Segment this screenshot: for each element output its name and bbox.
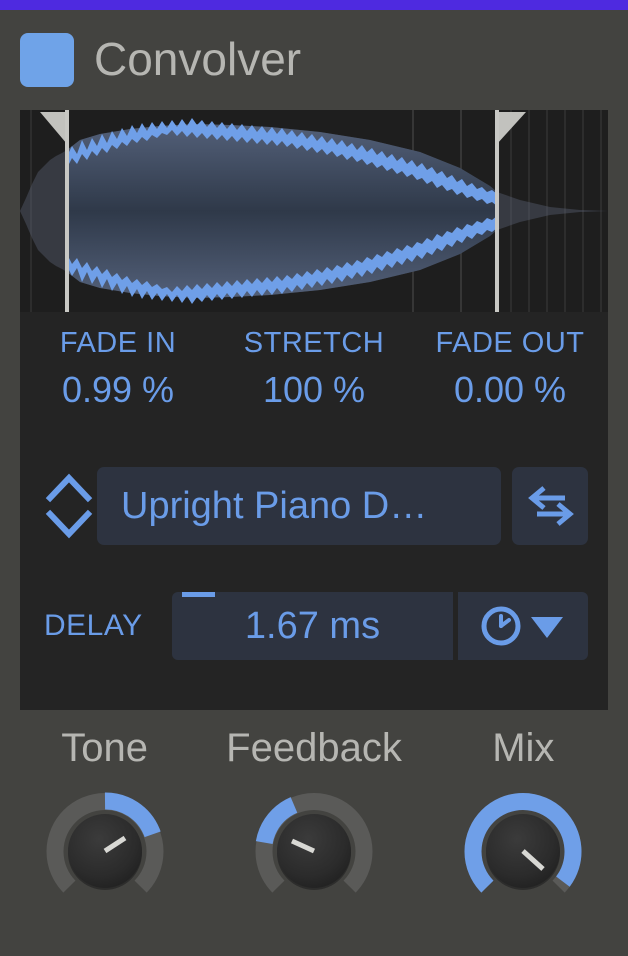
accent-bar	[0, 0, 628, 10]
readout-row: FADE IN 0.99 % STRETCH 100 % FADE OUT 0.…	[20, 322, 608, 442]
delay-sync-mode-button[interactable]	[458, 592, 588, 660]
preset-row: Upright Piano D…	[20, 465, 608, 547]
delay-value-text: 1.67 ms	[244, 605, 381, 647]
preset-name-value: Upright Piano D…	[121, 485, 428, 527]
swap-arrows-icon	[528, 486, 574, 526]
readout-fade-out[interactable]: FADE OUT 0.00 %	[412, 322, 608, 442]
start-marker-line	[65, 110, 69, 312]
readout-stretch-label: STRETCH	[243, 327, 385, 359]
tone-knob-dial[interactable]	[45, 791, 165, 911]
plugin-header: Convolver	[0, 10, 628, 100]
delay-row: DELAY 1.67 ms	[20, 585, 608, 667]
delay-label: DELAY	[44, 609, 143, 642]
impulse-response-waveform[interactable]	[20, 110, 608, 312]
readout-fade-in-value: 0.99 %	[61, 369, 175, 410]
readout-stretch-value: 100 %	[262, 369, 366, 410]
main-panel: FADE IN 0.99 % STRETCH 100 % FADE OUT 0.…	[20, 110, 608, 710]
readout-fade-in[interactable]: FADE IN 0.99 %	[20, 322, 216, 442]
reverse-ir-button[interactable]	[512, 467, 588, 545]
convolver-plugin-window: Convolver FADE IN 0.99 % STRETCH 100 % F…	[0, 0, 628, 956]
color-swatch-icon[interactable]	[20, 33, 74, 87]
tone-knob-label: Tone	[61, 726, 149, 770]
mix-knob-dial[interactable]	[463, 791, 583, 911]
feedback-knob-dial[interactable]	[254, 791, 374, 911]
clock-icon	[481, 606, 521, 646]
preset-name-field[interactable]: Upright Piano D…	[97, 467, 501, 545]
waveform-canvas	[20, 110, 608, 312]
readout-fade-in-label: FADE IN	[59, 327, 177, 359]
tone-knob[interactable]: Tone	[0, 716, 209, 956]
delay-value-field[interactable]: 1.67 ms	[172, 592, 453, 660]
up-down-chevron-icon[interactable]	[41, 470, 97, 542]
knob-row: Tone Feedback Mix	[0, 716, 628, 956]
preset-stepper[interactable]	[41, 470, 97, 542]
feedback-knob[interactable]: Feedback	[209, 716, 418, 956]
readout-fade-out-value: 0.00 %	[453, 369, 567, 410]
mix-knob[interactable]: Mix	[419, 716, 628, 956]
readout-stretch[interactable]: STRETCH 100 %	[216, 322, 412, 442]
readout-fade-out-label: FADE OUT	[435, 327, 585, 359]
end-marker-line	[495, 110, 499, 312]
feedback-knob-label: Feedback	[226, 726, 402, 770]
page-title: Convolver	[94, 33, 302, 85]
mix-knob-label: Mix	[492, 726, 555, 770]
caret-down-icon	[531, 617, 563, 638]
